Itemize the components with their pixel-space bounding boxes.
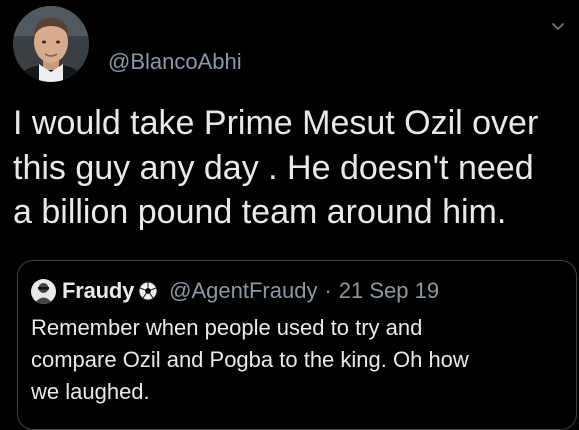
soccer-ball-icon — [138, 281, 158, 301]
quoted-tweet-text: Remember when people used to try and com… — [31, 315, 469, 404]
quoted-author-name[interactable]: Fraudy — [62, 278, 134, 304]
quoted-author-handle[interactable]: @AgentFraudy — [169, 278, 317, 304]
author-handle[interactable]: @BlancoAbhi — [108, 49, 242, 75]
chevron-down-icon[interactable] — [548, 16, 568, 36]
quoted-avatar[interactable] — [31, 278, 56, 304]
quoted-tweet-card[interactable]: Fraudy @AgentFraudy · 21 Sep 19 Remember… — [17, 260, 577, 430]
avatar[interactable] — [13, 6, 89, 82]
quoted-tweet-header: Fraudy @AgentFraudy · 21 Sep 19 — [31, 276, 439, 306]
tweet-text: I would take Prime Mesut Ozil over this … — [13, 104, 539, 231]
separator-dot: · — [324, 278, 332, 303]
quoted-tweet-date[interactable]: 21 Sep 19 — [339, 278, 439, 304]
